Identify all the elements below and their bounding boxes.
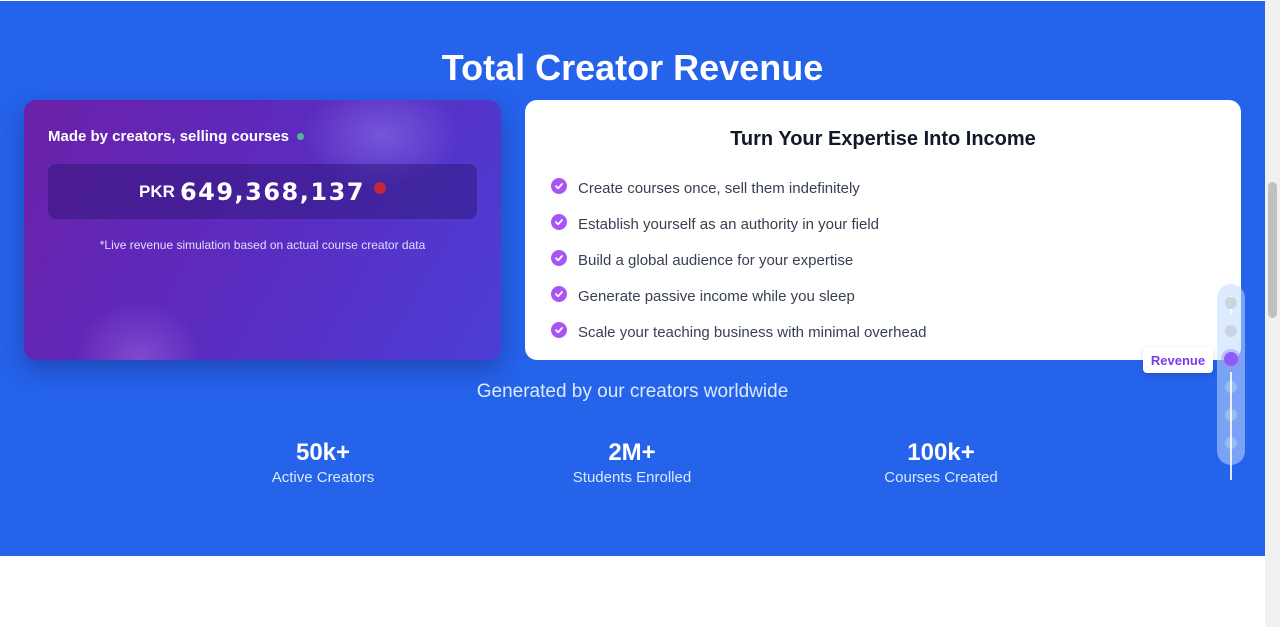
- check-circle-icon: [551, 178, 567, 194]
- benefits-list: Create courses once, sell them indefinit…: [551, 170, 927, 350]
- revenue-card-heading-text: Made by creators, selling courses: [48, 128, 289, 145]
- stat-value: 100k+: [907, 439, 975, 466]
- stat-value: 2M+: [608, 439, 656, 466]
- revenue-note: *Live revenue simulation based on actual…: [99, 238, 426, 252]
- stat-label: Courses Created: [884, 469, 998, 486]
- section-nav-line: [1230, 372, 1232, 480]
- section-nav-label: Revenue: [1143, 347, 1213, 373]
- decorative-glow: [74, 300, 204, 360]
- stat-label: Students Enrolled: [572, 469, 692, 486]
- list-item-text: Scale your teaching business with minima…: [578, 323, 927, 341]
- revenue-amount: 649,368,137: [179, 177, 365, 206]
- revenue-currency: PKR: [139, 181, 175, 201]
- page: Total Creator Revenue Made by creators, …: [0, 0, 1280, 627]
- check-circle-icon: [551, 214, 567, 230]
- list-item-text: Generate passive income while you sleep: [578, 287, 855, 305]
- list-item: Generate passive income while you sleep: [551, 278, 927, 314]
- list-item: Scale your teaching business with minima…: [551, 314, 927, 350]
- check-circle-icon: [551, 286, 567, 302]
- list-item-text: Establish yourself as an authority in yo…: [578, 215, 879, 233]
- stat-active-creators: 50k+ Active Creators: [223, 439, 423, 486]
- revenue-counter: PKR 649,368,137: [48, 164, 477, 219]
- list-item: Establish yourself as an authority in yo…: [551, 206, 927, 242]
- list-item-text: Build a global audience for your experti…: [578, 251, 854, 269]
- revenue-section: Total Creator Revenue Made by creators, …: [0, 1, 1265, 556]
- section-nav-dot-active[interactable]: [1224, 352, 1238, 366]
- section-subtitle: Generated by our creators worldwide: [476, 381, 789, 402]
- section-title: Total Creator Revenue: [441, 47, 824, 88]
- expertise-card-title: Turn Your Expertise Into Income: [730, 128, 1036, 150]
- expertise-card: Turn Your Expertise Into Income Create c…: [525, 100, 1241, 360]
- revenue-card: Made by creators, selling courses PKR 64…: [24, 100, 501, 360]
- stat-courses-created: 100k+ Courses Created: [841, 439, 1041, 486]
- section-nav-dot[interactable]: [1225, 297, 1237, 309]
- stat-value: 50k+: [295, 439, 351, 466]
- revenue-card-heading: Made by creators, selling courses: [48, 128, 304, 145]
- list-item-text: Create courses once, sell them indefinit…: [578, 179, 860, 197]
- stat-students-enrolled: 2M+ Students Enrolled: [532, 439, 732, 486]
- live-indicator-icon: [373, 181, 386, 194]
- list-item: Build a global audience for your experti…: [551, 242, 927, 278]
- list-item: Create courses once, sell them indefinit…: [551, 170, 927, 206]
- scrollbar-thumb[interactable]: [1268, 182, 1277, 318]
- check-circle-icon: [551, 250, 567, 266]
- check-circle-icon: [551, 322, 567, 338]
- section-nav-dot[interactable]: [1225, 325, 1237, 337]
- status-dot-icon: [296, 133, 304, 140]
- stat-label: Active Creators: [271, 469, 375, 486]
